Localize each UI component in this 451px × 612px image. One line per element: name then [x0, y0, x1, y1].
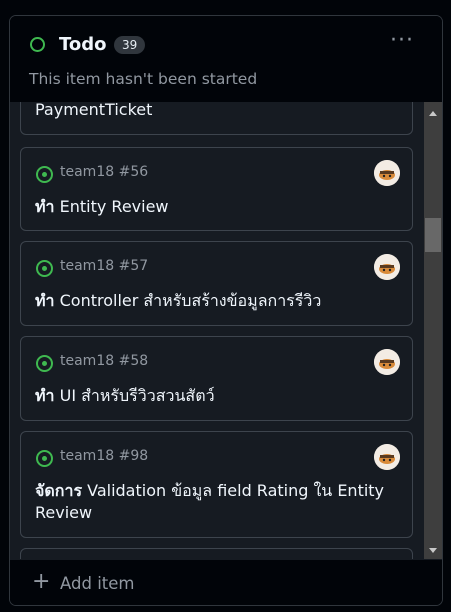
item-count-badge: 39 — [114, 36, 146, 54]
card-title[interactable]: ทำ Entity Review — [35, 196, 398, 218]
card-issue-56[interactable]: team18 #56 ทำ Entity Review — [20, 147, 413, 231]
assignee-avatar[interactable] — [374, 254, 400, 280]
add-item-label: Add item — [60, 574, 135, 593]
assignee-avatar[interactable] — [374, 160, 400, 186]
card-list[interactable]: PaymentTicket team18 #56 ทำ Entity Revie… — [10, 102, 425, 562]
add-item-button[interactable]: + Add item — [10, 559, 442, 605]
assignee-avatar[interactable] — [374, 444, 400, 470]
issue-open-icon — [36, 355, 53, 372]
issue-open-icon — [36, 166, 53, 183]
scroll-up-arrow-icon[interactable] — [429, 111, 437, 116]
scrollbar-thumb[interactable] — [425, 218, 441, 252]
card-title: PaymentTicket — [35, 102, 153, 119]
issue-reference[interactable]: team18 #57 — [60, 258, 148, 274]
assignee-avatar[interactable] — [374, 349, 400, 375]
vertical-scrollbar[interactable] — [424, 102, 442, 562]
card-issue-57[interactable]: team18 #57 ทำ Controller สำหรับสร้างข้อม… — [20, 241, 413, 326]
column-header: Todo 39 ··· This item hasn't been starte… — [10, 16, 442, 102]
card-issue-58[interactable]: team18 #58 ทำ UI สำหรับรีวิวสวนสัตว์ — [20, 336, 413, 421]
issue-open-icon — [36, 260, 53, 277]
scroll-down-arrow-icon[interactable] — [429, 548, 437, 553]
column-description: This item hasn't been started — [29, 70, 258, 88]
column-title: Todo — [59, 34, 107, 55]
more-options-icon[interactable]: ··· — [390, 28, 414, 53]
status-open-icon — [30, 37, 45, 52]
card-title[interactable]: จัดการ Validation ข้อมูล field Rating ใน… — [35, 480, 398, 524]
card-title[interactable]: ทำ UI สำหรับรีวิวสวนสัตว์ — [35, 385, 398, 407]
plus-icon: + — [32, 569, 51, 594]
todo-column: Todo 39 ··· This item hasn't been starte… — [9, 15, 443, 606]
issue-reference[interactable]: team18 #98 — [60, 448, 148, 464]
issue-reference[interactable]: team18 #58 — [60, 353, 148, 369]
issue-reference[interactable]: team18 #56 — [60, 164, 148, 180]
card-payment-ticket[interactable]: PaymentTicket — [20, 102, 413, 135]
card-title[interactable]: ทำ Controller สำหรับสร้างข้อมูลการรีวิว — [35, 290, 398, 312]
issue-open-icon — [36, 450, 53, 467]
card-issue-98[interactable]: team18 #98 จัดการ Validation ข้อมูล fiel… — [20, 431, 413, 538]
